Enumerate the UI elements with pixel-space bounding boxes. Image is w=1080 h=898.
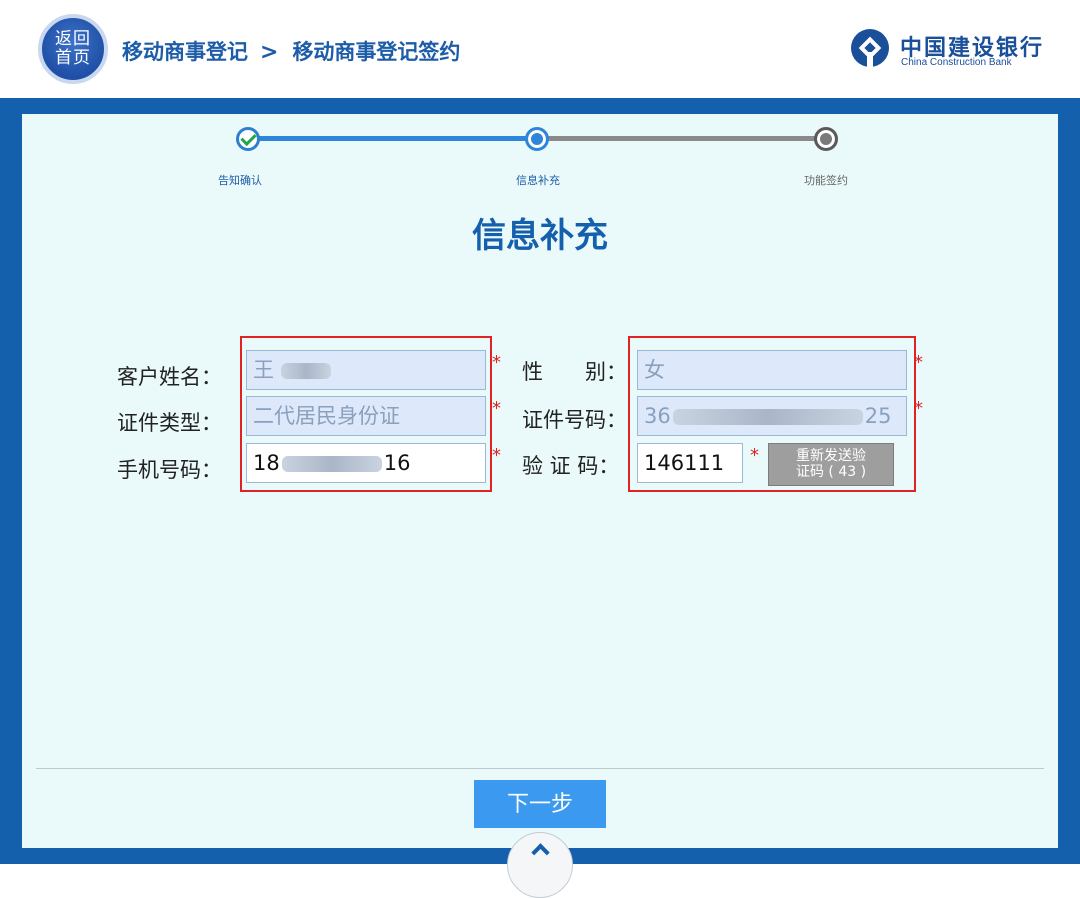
code-label: 验 证 码： [522,454,620,478]
home-label-line2: 首页 [55,48,91,68]
divider [36,768,1044,769]
step-done-check-icon [236,127,260,151]
required-mark: * [492,398,501,419]
progress-line-pending [537,136,826,141]
ccb-logo-icon [851,29,889,68]
step-label-notice: 告知确认 [218,174,262,187]
id-no-label: 证件号码： [522,408,627,432]
bank-logo: 中国建设银行 China Construction Bank [850,28,1050,72]
step-label-info: 信息补充 [516,174,560,187]
breadcrumb-item-signing: 移动商事登记签约 [292,40,461,64]
step-label-signing: 功能签约 [804,174,848,187]
scroll-top-button[interactable] [507,832,573,898]
gender-label: 性 别： [522,360,627,384]
id-type-label: 证件类型： [117,411,222,435]
home-label-line1: 返回 [55,29,91,49]
step-current-icon [525,127,549,151]
header: 返回 首页 移动商事登记 > 移动商事登记签约 中国建设银行 China Const… [0,0,1080,98]
highlight-box-right [628,336,916,492]
step-pending-icon [814,127,838,151]
page-title: 信息补充 [472,216,608,256]
chevron-up-icon [531,843,550,862]
required-mark: * [492,352,501,373]
next-step-button[interactable]: 下一步 [474,780,606,828]
breadcrumb: 移动商事登记 > 移动商事登记签约 [122,36,460,66]
name-label: 客户姓名： [117,365,222,389]
required-mark: * [492,445,501,466]
home-button[interactable]: 返回 首页 [38,14,108,84]
chevron-right-icon: > [260,40,279,65]
logo-text-en: China Construction Bank [901,57,1012,68]
breadcrumb-item-register[interactable]: 移动商事登记 [122,40,248,64]
highlight-box-left [240,336,492,492]
progress-line-completed [250,136,537,141]
phone-label: 手机号码： [117,458,222,482]
